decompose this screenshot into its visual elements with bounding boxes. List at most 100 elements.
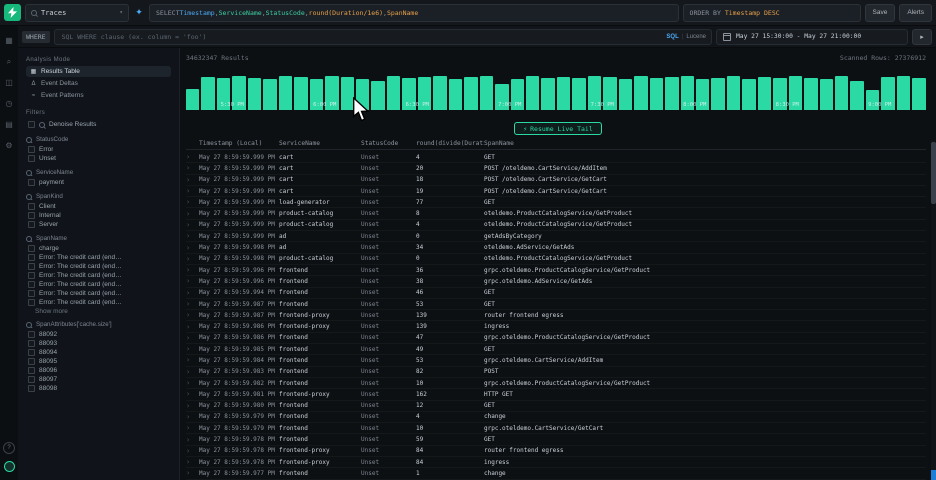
time-range-picker[interactable]: May 27 15:30:00 - May 27 21:00:00: [716, 29, 908, 45]
histogram-bar[interactable]: [402, 78, 415, 110]
table-row[interactable]: ›May 27 8:59:59.986 PMfrontendUnset47grp…: [186, 333, 926, 344]
help-icon[interactable]: ?: [3, 442, 15, 454]
histogram-bar[interactable]: [681, 76, 694, 110]
table-row[interactable]: ›May 27 8:59:59.984 PMfrontendUnset53grp…: [186, 355, 926, 366]
col-servicename[interactable]: ServiceName: [279, 140, 361, 147]
histogram-bar[interactable]: [711, 78, 724, 110]
filter-checkbox[interactable]: [28, 221, 35, 228]
table-row[interactable]: ›May 27 8:59:59.979 PMfrontendUnset4chan…: [186, 412, 926, 423]
filter-checkbox[interactable]: [28, 340, 35, 347]
filter-checkbox[interactable]: [28, 331, 35, 338]
histogram-bar[interactable]: [820, 79, 833, 110]
filter-checkbox[interactable]: [28, 155, 35, 162]
col-timestamp[interactable]: Timestamp (Local): [199, 140, 279, 147]
table-row[interactable]: ›May 27 8:59:59.987 PMfrontendUnset53GET: [186, 299, 926, 310]
table-row[interactable]: ›May 27 8:59:59.994 PMfrontendUnset46GET: [186, 288, 926, 299]
filter-item[interactable]: Error: The credit card (end…: [26, 280, 171, 289]
filter-item[interactable]: 88093: [26, 339, 171, 348]
chart-icon[interactable]: ◫: [5, 78, 13, 88]
histogram-bar[interactable]: [449, 79, 462, 110]
histogram-bar[interactable]: [371, 81, 384, 110]
filter-group-header[interactable]: SpanKind: [26, 193, 171, 200]
show-more-button[interactable]: Show more: [26, 308, 171, 315]
histogram-bar[interactable]: [217, 78, 230, 110]
source-select[interactable]: Traces ▾: [25, 4, 129, 22]
histogram-bar[interactable]: [387, 76, 400, 110]
filter-item[interactable]: Error: The credit card (end…: [26, 253, 171, 262]
order-by-input[interactable]: ORDER BY Timestamp DESC: [683, 4, 861, 22]
filter-checkbox[interactable]: [28, 263, 35, 270]
col-spanname[interactable]: SpanName: [484, 140, 926, 147]
histogram-bar[interactable]: [186, 89, 199, 110]
table-row[interactable]: ›May 27 8:59:59.999 PMload-generatorUnse…: [186, 197, 926, 208]
table-row[interactable]: ›May 27 8:59:59.999 PMadUnset0getAdsByCa…: [186, 231, 926, 242]
user-avatar[interactable]: [4, 461, 15, 472]
histogram-bar[interactable]: [279, 76, 292, 110]
table-row[interactable]: ›May 27 8:59:59.987 PMfrontend-proxyUnse…: [186, 310, 926, 321]
settings-gear-icon[interactable]: ⚙: [5, 141, 12, 151]
filter-checkbox[interactable]: [28, 299, 35, 306]
table-row[interactable]: ›May 27 8:59:59.999 PMcartUnset4GET: [186, 152, 926, 163]
table-row[interactable]: ›May 27 8:59:59.999 PMproduct-catalogUns…: [186, 208, 926, 219]
histogram-bar[interactable]: [912, 78, 925, 110]
histogram-bar[interactable]: [526, 76, 539, 110]
histogram-bar[interactable]: [541, 78, 554, 110]
filter-item[interactable]: Error: The credit card (end…: [26, 271, 171, 280]
table-row[interactable]: ›May 27 8:59:59.996 PMfrontendUnset36grp…: [186, 265, 926, 276]
filter-checkbox[interactable]: [28, 349, 35, 356]
analysis-mode-item[interactable]: ≈Event Patterns: [26, 90, 171, 101]
histogram-bar[interactable]: [619, 79, 632, 110]
table-row[interactable]: ›May 27 8:59:59.999 PMproduct-catalogUns…: [186, 220, 926, 231]
histogram-bar[interactable]: [758, 77, 771, 110]
histogram-bar[interactable]: [325, 76, 338, 110]
table-row[interactable]: ›May 27 8:59:59.978 PMfrontendUnset59GET: [186, 434, 926, 445]
filter-checkbox[interactable]: [28, 272, 35, 279]
table-row[interactable]: ›May 27 8:59:59.999 PMcartUnset20POST /o…: [186, 163, 926, 174]
filter-item[interactable]: Client: [26, 202, 171, 211]
analysis-mode-item[interactable]: ▦Results Table: [26, 66, 171, 77]
histogram-bar[interactable]: [201, 77, 214, 110]
table-row[interactable]: ›May 27 8:59:59.999 PMcartUnset19POST /o…: [186, 186, 926, 197]
histogram-bar[interactable]: [232, 76, 245, 110]
filter-checkbox[interactable]: [28, 146, 35, 153]
run-query-button[interactable]: ▸: [912, 29, 932, 45]
histogram-bar[interactable]: [480, 76, 493, 110]
alerts-button[interactable]: Alerts: [899, 4, 932, 22]
filter-item[interactable]: 88097: [26, 375, 171, 384]
filter-group-header[interactable]: StatusCode: [26, 136, 171, 143]
table-row[interactable]: ›May 27 8:59:59.981 PMfrontend-proxyUnse…: [186, 389, 926, 400]
clock-icon[interactable]: ◷: [6, 99, 13, 109]
analysis-mode-item[interactable]: ΔEvent Deltas: [26, 78, 171, 89]
histogram-bar[interactable]: [835, 76, 848, 110]
filter-item[interactable]: 88094: [26, 348, 171, 357]
table-row[interactable]: ›May 27 8:59:59.977 PMfrontendUnset1chan…: [186, 468, 926, 479]
histogram-bar[interactable]: [850, 81, 863, 110]
filter-item[interactable]: Error: [26, 145, 171, 154]
col-duration[interactable]: round(divide(Duration,: [416, 140, 484, 147]
table-row[interactable]: ›May 27 8:59:59.996 PMfrontendUnset38grp…: [186, 276, 926, 287]
filter-checkbox[interactable]: [28, 358, 35, 365]
histogram-bar[interactable]: [897, 76, 910, 110]
language-sql-option[interactable]: SQL: [666, 34, 678, 40]
histogram-bar[interactable]: [650, 78, 663, 110]
filter-item[interactable]: payment: [26, 178, 171, 187]
scrollbar-thumb[interactable]: [931, 142, 936, 204]
table-row[interactable]: ›May 27 8:59:59.979 PMfrontendUnset10grp…: [186, 423, 926, 434]
filter-item[interactable]: Internal: [26, 211, 171, 220]
save-button[interactable]: Save: [865, 4, 896, 22]
histogram-bar[interactable]: [881, 77, 894, 110]
table-row[interactable]: ›May 27 8:59:59.980 PMfrontendUnset12GET: [186, 401, 926, 412]
filter-checkbox[interactable]: [28, 254, 35, 261]
table-row[interactable]: ›May 27 8:59:59.999 PMcartUnset18POST /o…: [186, 175, 926, 186]
histogram-bar[interactable]: [804, 78, 817, 110]
dashboards-icon[interactable]: ▤: [5, 120, 13, 130]
histogram-bar[interactable]: [603, 77, 616, 110]
table-row[interactable]: ›May 27 8:59:59.982 PMfrontendUnset10grp…: [186, 378, 926, 389]
panels-icon[interactable]: ▦: [5, 36, 13, 46]
histogram-bar[interactable]: [341, 77, 354, 110]
scroll-live-indicator[interactable]: [931, 470, 936, 480]
denoise-checkbox[interactable]: [28, 121, 35, 128]
filter-item[interactable]: Error: The credit card (end…: [26, 262, 171, 271]
histogram-bar[interactable]: [789, 76, 802, 110]
histogram-bar[interactable]: [665, 77, 678, 110]
